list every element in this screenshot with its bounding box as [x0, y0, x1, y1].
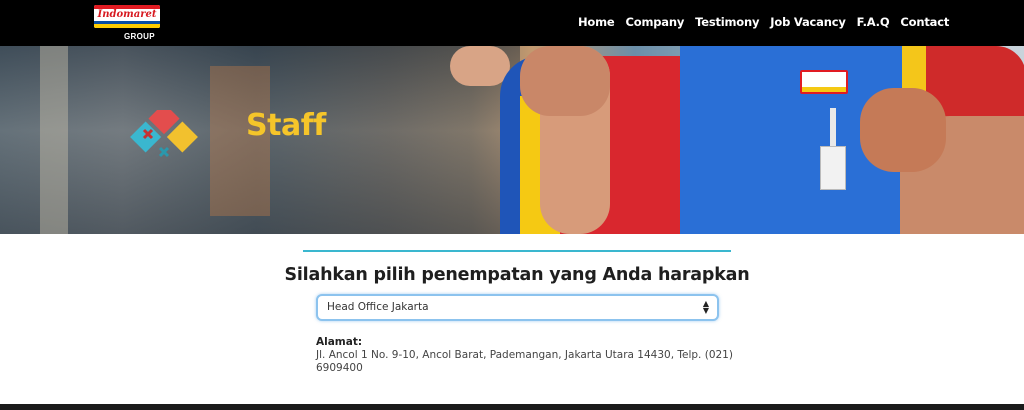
placement-select-value: Head Office Jakarta	[327, 301, 429, 313]
heart-pattern-icon	[130, 110, 198, 158]
uniform-logo-badge	[800, 70, 848, 94]
hero-raised-fist	[860, 88, 946, 172]
logo-wordmark: Indomaret	[97, 9, 157, 20]
logo-yellow-stripe	[94, 24, 160, 28]
logo-badge: Indomaret	[94, 5, 160, 28]
address-label: Alamat:	[316, 336, 363, 348]
section-divider	[303, 250, 731, 252]
nav-faq-link[interactable]: F.A.Q	[857, 14, 890, 30]
nav-contact-link[interactable]: Contact	[900, 14, 949, 30]
hero-raised-hand	[450, 46, 510, 86]
nav-company-link[interactable]: Company	[626, 14, 685, 30]
hero-raised-fist	[520, 46, 610, 116]
id-card	[820, 146, 846, 190]
main-menu: Home Company Testimony Job Vacancy F.A.Q…	[578, 14, 949, 30]
sort-arrows-icon: ▲ ▼	[702, 299, 709, 315]
placement-select[interactable]: Head Office Jakarta ▲ ▼	[316, 294, 719, 321]
footer-bar	[0, 404, 1024, 410]
indomaret-group-logo[interactable]: Indomaret GROUP	[94, 5, 160, 43]
hero-title: Staff	[246, 108, 326, 143]
nav-home-link[interactable]: Home	[578, 14, 615, 30]
hero-banner: Staff	[0, 46, 1024, 234]
top-navbar: Indomaret GROUP Home Company Testimony J…	[0, 0, 1024, 46]
address-text: Jl. Ancol 1 No. 9-10, Ancol Barat, Padem…	[316, 349, 733, 374]
logo-group-label: GROUP	[124, 32, 155, 41]
nav-testimony-link[interactable]: Testimony	[695, 14, 759, 30]
nav-job-vacancy-link[interactable]: Job Vacancy	[770, 14, 846, 30]
placement-prompt-heading: Silahkan pilih penempatan yang Anda hara…	[284, 265, 750, 285]
hero-background-shape	[40, 46, 68, 234]
id-card-clip	[830, 108, 836, 148]
